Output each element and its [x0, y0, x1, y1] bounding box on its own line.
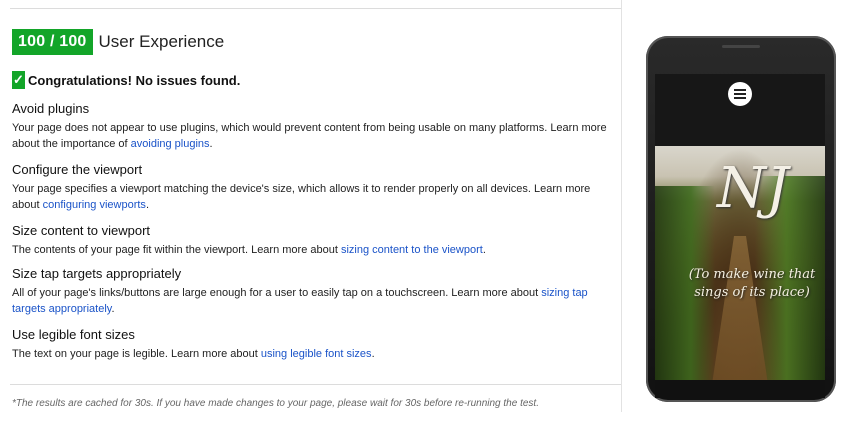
rule-title: Use legible font sizes — [12, 327, 135, 342]
bottom-divider — [10, 384, 622, 385]
rule-text-end: . — [111, 303, 115, 315]
rule-description: The contents of your page fit within the… — [12, 242, 612, 258]
phone-preview: NJ (To make wine that sings of its place… — [646, 36, 836, 402]
rule-text-end: . — [145, 199, 149, 211]
top-divider — [10, 8, 622, 9]
rule-text-end: . — [482, 244, 486, 256]
cache-footnote: *The results are cached for 30s. If you … — [12, 398, 539, 409]
rule-title: Avoid plugins — [12, 101, 90, 116]
site-header — [655, 74, 825, 146]
rule-text: All of your page's links/buttons are lar… — [12, 287, 542, 299]
rule-text: Your page does not appear to use plugins… — [12, 122, 607, 150]
rule-tap-targets: Size tap targets appropriately All of yo… — [12, 266, 612, 317]
rule-description: Your page does not appear to use plugins… — [12, 120, 612, 152]
rule-link[interactable]: avoiding plugins — [131, 138, 210, 150]
phone-screen: NJ (To make wine that sings of its place… — [655, 74, 825, 398]
site-logo-monogram: NJ — [717, 156, 789, 221]
score-badge: 100 / 100 — [12, 29, 93, 55]
rule-avoid-plugins: Avoid plugins Your page does not appear … — [12, 101, 612, 152]
rule-description: All of your page's links/buttons are lar… — [12, 285, 612, 317]
rule-link[interactable]: configuring viewports — [43, 199, 146, 211]
score-header: 100 / 100 User Experience — [12, 29, 224, 55]
rule-title: Configure the viewport — [12, 162, 143, 177]
vineyard-hero-image: NJ (To make wine that sings of its place… — [655, 146, 825, 398]
rule-title: Size content to viewport — [12, 223, 151, 238]
rule-description: The text on your page is legible. Learn … — [12, 346, 612, 362]
rule-text: The contents of your page fit within the… — [12, 244, 341, 256]
site-tagline: (To make wine that sings of its place) — [688, 267, 816, 300]
rule-text: The text on your page is legible. Learn … — [12, 348, 261, 360]
rule-text-end: . — [371, 348, 375, 360]
rule-size-content: Size content to viewport The contents of… — [12, 223, 612, 258]
rule-link[interactable]: using legible font sizes — [261, 348, 372, 360]
score-title: User Experience — [98, 32, 225, 51]
rule-legible-fonts: Use legible font sizes The text on your … — [12, 327, 612, 362]
screen-bottom-band — [655, 380, 825, 398]
phone-speaker — [722, 45, 760, 48]
congrats-text: Congratulations! No issues found. — [28, 72, 241, 88]
rule-text-end: . — [209, 138, 213, 150]
rule-link[interactable]: sizing content to the viewport — [341, 244, 483, 256]
panel-divider — [621, 0, 622, 412]
hamburger-menu-icon[interactable] — [728, 82, 752, 106]
congrats-row: ✓ Congratulations! No issues found. — [12, 71, 240, 89]
check-icon: ✓ — [12, 71, 25, 89]
rule-configure-viewport: Configure the viewport Your page specifi… — [12, 162, 612, 213]
rule-description: Your page specifies a viewport matching … — [12, 181, 612, 213]
results-panel: 100 / 100 User Experience ✓ Congratulati… — [0, 0, 622, 426]
rule-title: Size tap targets appropriately — [12, 266, 182, 281]
